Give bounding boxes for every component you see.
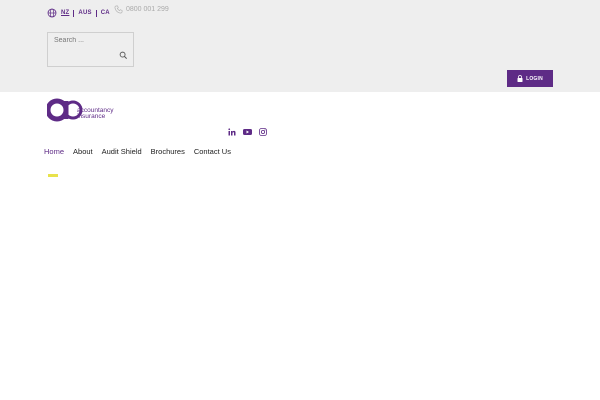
search-input[interactable]: [54, 37, 114, 44]
region-nz-link[interactable]: NZ: [61, 10, 69, 16]
region-ca-link[interactable]: CA: [101, 10, 110, 16]
nav-item-home[interactable]: Home: [44, 147, 64, 156]
nav-item-brochures[interactable]: Brochures: [151, 147, 185, 156]
youtube-icon[interactable]: [243, 128, 252, 136]
login-button[interactable]: LOGIN: [507, 70, 553, 87]
divider: [73, 9, 75, 17]
lock-icon: [517, 75, 523, 82]
phone-icon: [114, 5, 123, 14]
top-bar: NZ AUS CA 0800 001 299 LOGIN: [0, 0, 600, 92]
search-icon[interactable]: [119, 51, 128, 60]
nav-item-about[interactable]: About: [73, 147, 93, 156]
phone-link[interactable]: 0800 001 299: [114, 5, 169, 14]
logo-wordmark: accountancy insurance: [77, 107, 114, 120]
logo-line-2: insurance: [77, 113, 106, 120]
globe-icon: [47, 8, 57, 18]
main-nav: Home About Audit Shield Brochures Contac…: [44, 147, 240, 156]
region-selector: NZ AUS CA: [47, 7, 110, 19]
search-box: [47, 32, 134, 67]
login-label: LOGIN: [526, 75, 543, 82]
divider: [95, 9, 97, 17]
active-indicator: [48, 174, 58, 177]
linkedin-icon[interactable]: [228, 128, 236, 136]
instagram-icon[interactable]: [259, 128, 267, 136]
nav-item-contact-us[interactable]: Contact Us: [194, 147, 231, 156]
phone-number: 0800 001 299: [126, 6, 169, 13]
region-aus-link[interactable]: AUS: [78, 10, 91, 16]
nav-item-audit-shield[interactable]: Audit Shield: [102, 147, 142, 156]
